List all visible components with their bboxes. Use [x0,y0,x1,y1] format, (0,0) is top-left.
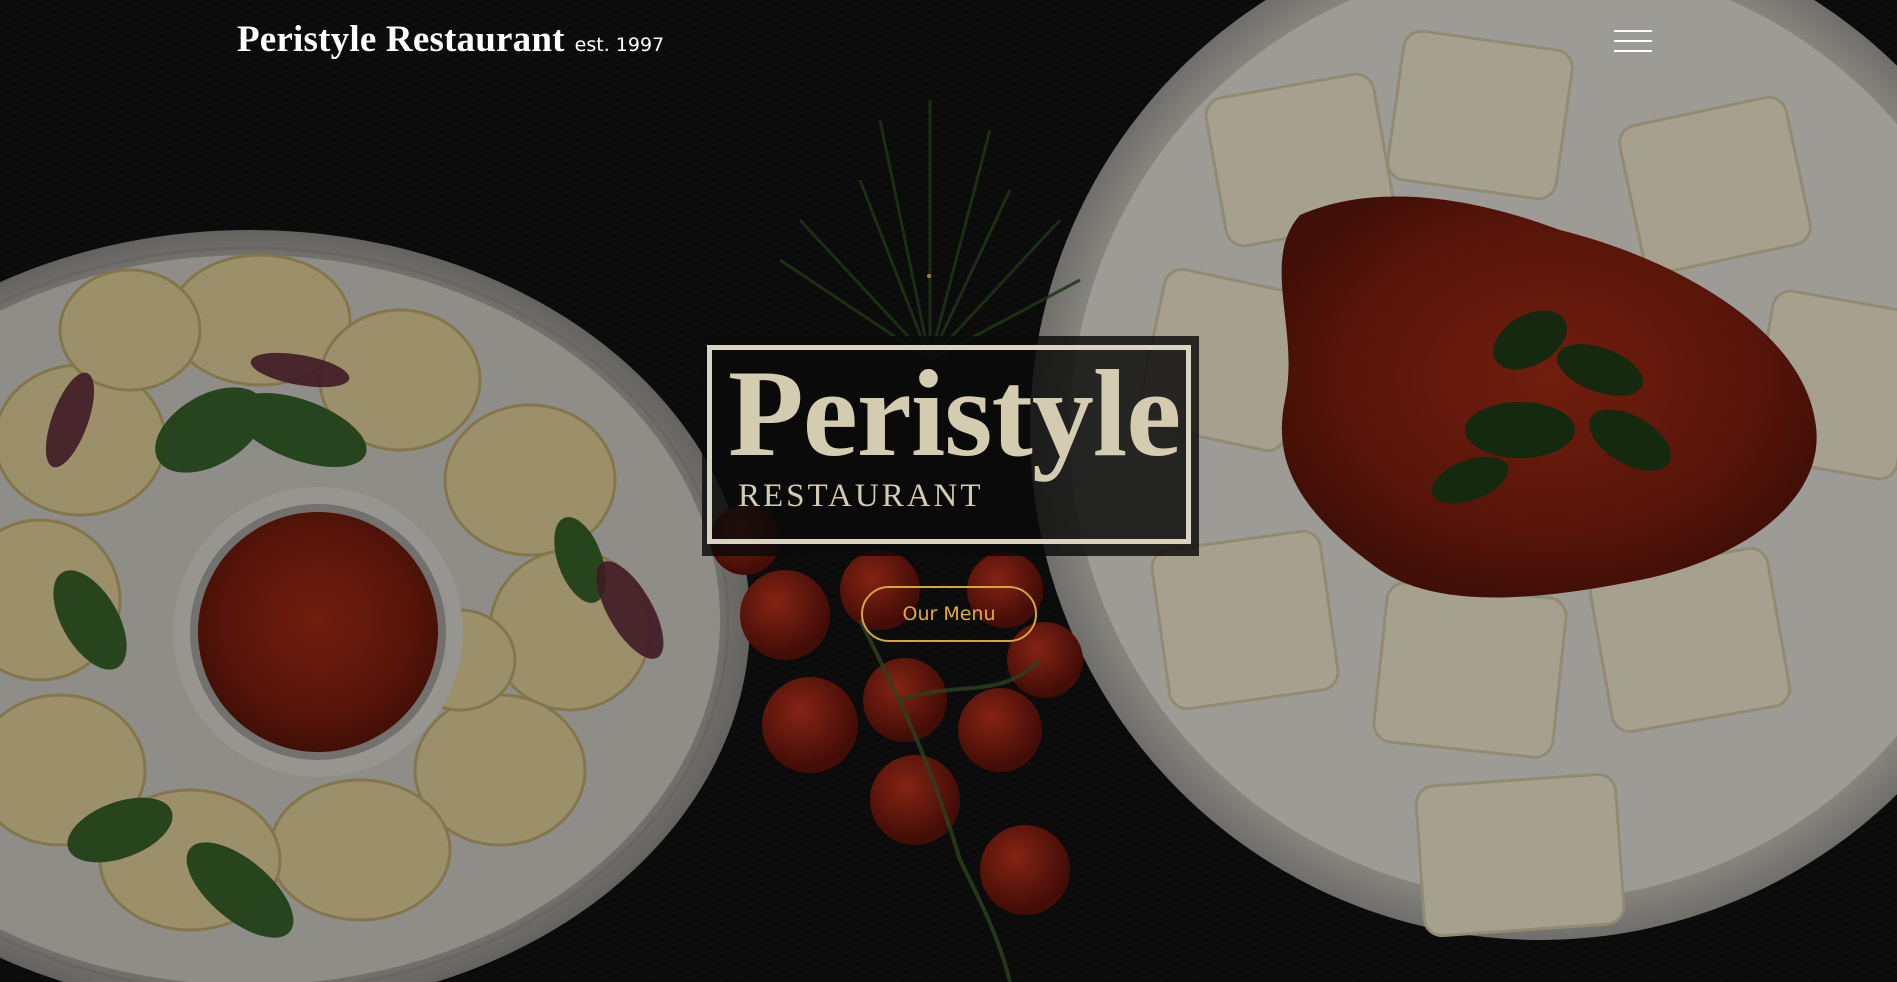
brand-established: est. 1997 [574,34,665,56]
hamburger-menu-icon[interactable] [1614,30,1652,54]
our-menu-button[interactable]: Our Menu [861,586,1037,642]
menu-bar-middle [1614,40,1652,42]
menu-bar-top [1614,30,1652,32]
menu-bar-bottom [1614,50,1652,52]
decorative-dot [927,274,931,278]
logo-subtitle: RESTAURANT [738,478,984,514]
hero-section: Peristyle Restaurant est. 1997 Peristyle… [0,0,1897,982]
brand-title[interactable]: Peristyle Restaurant [237,18,565,61]
logo-wordmark: Peristyle [728,345,1181,482]
site-header: Peristyle Restaurant est. 1997 [237,18,664,61]
